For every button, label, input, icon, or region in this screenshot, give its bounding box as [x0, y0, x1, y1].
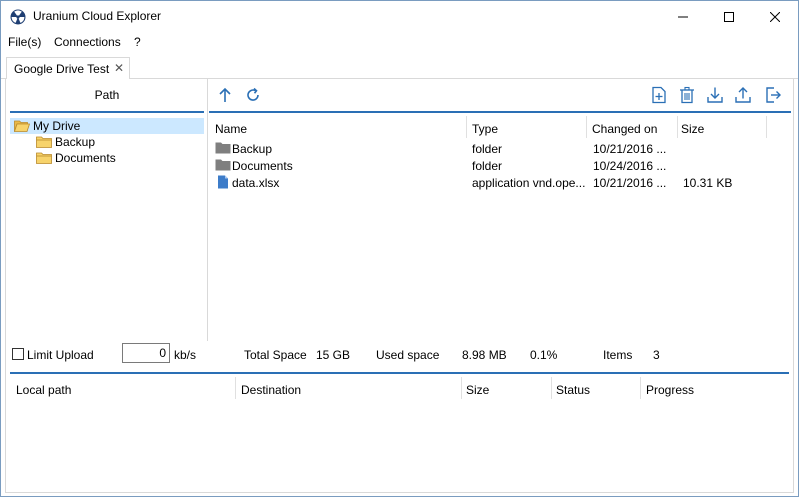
items-label: Items: [603, 348, 633, 362]
column-separator[interactable]: [586, 116, 587, 138]
title-bar[interactable]: Uranium Cloud Explorer: [1, 1, 798, 32]
folder-gray-icon: [215, 142, 231, 154]
tree-item-label: My Drive: [33, 119, 81, 133]
rate-unit: kb/s: [174, 348, 197, 362]
path-header: Path: [94, 88, 120, 102]
tree-item-label: Backup: [55, 135, 96, 149]
status-bar: Limit Upload kb/s Total Space 15 GB Used…: [6, 341, 795, 371]
column-separator[interactable]: [466, 116, 467, 138]
file-size: 10.31 KB: [683, 176, 733, 190]
tree-item-label: Documents: [55, 151, 116, 165]
folder-gray-icon: [215, 159, 231, 171]
minimize-icon: [678, 16, 688, 17]
tree-item-documents[interactable]: Documents: [36, 150, 116, 166]
queue-header-status[interactable]: Status: [556, 383, 590, 397]
column-separator[interactable]: [640, 377, 641, 399]
queue-header-size[interactable]: Size: [466, 383, 489, 397]
minimize-button[interactable]: [660, 1, 706, 32]
maximize-button[interactable]: [706, 1, 752, 32]
divider: [10, 111, 204, 113]
maximize-icon: [724, 11, 734, 22]
used-space-label: Used space: [376, 348, 440, 362]
new-file-icon[interactable]: [650, 86, 668, 104]
queue-header-progress[interactable]: Progress: [646, 383, 694, 397]
used-percent: 0.1%: [530, 348, 558, 362]
main-panel: Path My Drive Backup Documents Name Type…: [5, 79, 794, 493]
file-changed: 10/24/2016 ...: [593, 159, 667, 173]
used-space-value: 8.98 MB: [462, 348, 507, 362]
queue-header-local-path[interactable]: Local path: [16, 383, 71, 397]
file-name: Documents: [232, 159, 293, 173]
column-separator[interactable]: [677, 116, 678, 138]
total-space-label: Total Space: [244, 348, 307, 362]
tab-close-icon[interactable]: ✕: [114, 61, 124, 75]
menu-files[interactable]: File(s): [8, 35, 41, 49]
file-changed: 10/21/2016 ...: [593, 142, 667, 156]
limit-upload-label[interactable]: Limit Upload: [27, 348, 94, 362]
column-separator[interactable]: [461, 377, 462, 399]
tree-item-my-drive[interactable]: My Drive: [10, 118, 204, 134]
pane-splitter[interactable]: [207, 79, 208, 341]
menu-bar: File(s) Connections ?: [1, 32, 798, 52]
menu-connections[interactable]: Connections: [54, 35, 121, 49]
file-type: folder: [472, 159, 503, 173]
file-name: data.xlsx: [232, 176, 280, 190]
divider: [209, 111, 791, 113]
radiation-icon: [10, 9, 26, 25]
file-type: folder: [472, 142, 503, 156]
divider: [10, 372, 789, 374]
tab-google-drive-test[interactable]: Google Drive Test ✕: [6, 57, 130, 80]
queue-header-destination[interactable]: Destination: [241, 383, 301, 397]
column-separator[interactable]: [766, 116, 767, 138]
close-button[interactable]: [752, 1, 798, 32]
close-icon: [770, 11, 780, 22]
download-icon[interactable]: [706, 86, 724, 104]
column-separator[interactable]: [551, 377, 552, 399]
tab-label: Google Drive Test: [14, 62, 110, 76]
upload-icon[interactable]: [734, 86, 752, 104]
file-changed: 10/21/2016 ...: [593, 176, 667, 190]
trash-icon[interactable]: [678, 86, 696, 104]
column-separator[interactable]: [235, 377, 236, 399]
exit-icon[interactable]: [764, 86, 782, 104]
tab-strip: Google Drive Test ✕: [1, 52, 798, 80]
folder-tree-pane: Path My Drive Backup Documents: [10, 79, 204, 341]
folder-open-icon: [14, 120, 30, 132]
column-header-changed[interactable]: Changed on: [592, 122, 657, 136]
document-icon: [218, 175, 228, 189]
limit-upload-checkbox[interactable]: [12, 348, 24, 360]
menu-help[interactable]: ?: [134, 35, 141, 49]
folder-icon: [36, 152, 52, 164]
items-count: 3: [653, 348, 660, 362]
refresh-icon[interactable]: [244, 86, 262, 104]
column-header-type[interactable]: Type: [472, 122, 498, 136]
total-space-value: 15 GB: [316, 348, 351, 362]
file-type: application vnd.ope...: [472, 176, 586, 190]
folder-icon: [36, 136, 52, 148]
tree-item-backup[interactable]: Backup: [36, 134, 95, 150]
window-title: Uranium Cloud Explorer: [33, 9, 162, 23]
upload-rate-input[interactable]: [122, 343, 170, 363]
column-header-size[interactable]: Size: [681, 122, 704, 136]
up-arrow-icon[interactable]: [216, 86, 234, 104]
file-name: Backup: [232, 142, 273, 156]
app-window: Uranium Cloud Explorer File(s) Connectio…: [0, 0, 799, 497]
column-header-name[interactable]: Name: [215, 122, 247, 136]
